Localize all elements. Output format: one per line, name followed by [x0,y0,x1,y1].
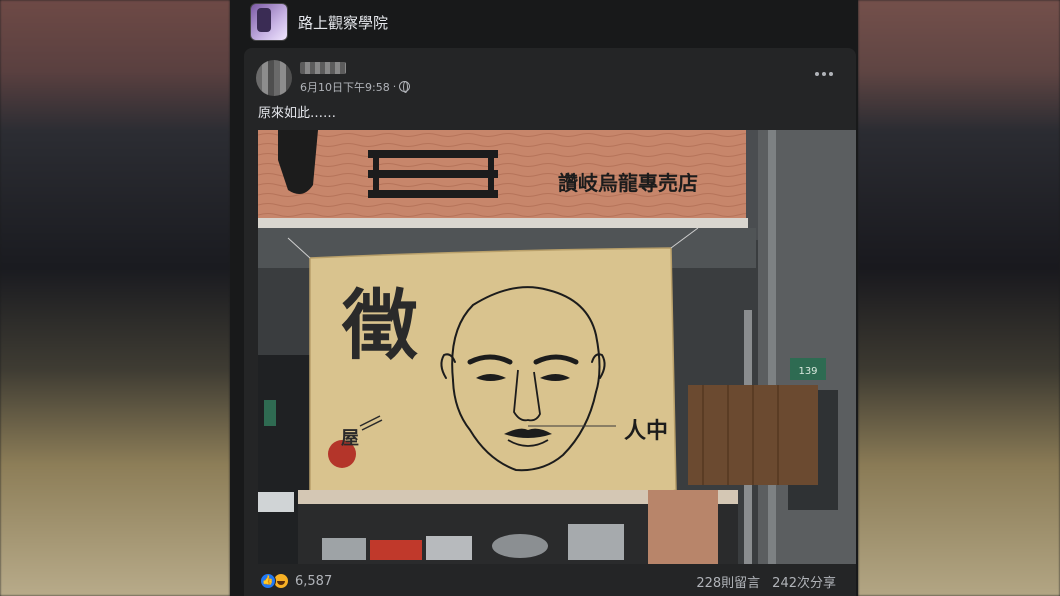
post-text: 原來如此…… [258,106,337,121]
banner-label: 人中 [624,419,668,444]
comment-count[interactable]: 228則留言 [696,572,760,591]
screenshot-stage: 路上觀察學院 6月10日下午9:58 · 原來如此…… 139 讚岐烏龍專売店 … [0,0,1060,596]
shop-sign-text: 讚岐烏龍專売店 [558,171,698,195]
separator-dot: · [392,80,397,93]
blurred-background-right [858,0,1060,596]
post-header: 6月10日下午9:58 · [256,58,411,98]
author-name-redacted[interactable] [300,61,346,74]
post-card: 6月10日下午9:58 · 原來如此…… 139 讚岐烏龍專売店 徵 人中 屋 … [244,48,856,596]
door-number: 139 [798,366,817,377]
engagement-counts: 228則留言 242次分享 [696,572,840,591]
post-photo[interactable]: 139 讚岐烏龍專売店 徵 人中 屋 [258,130,856,564]
group-avatar[interactable] [250,3,288,41]
group-header: 路上觀察學院 [230,0,858,44]
avatar[interactable] [256,60,292,96]
reaction-count[interactable]: 6,587 [295,574,332,589]
group-name[interactable]: 路上觀察學院 [298,12,388,33]
timestamp-row: 6月10日下午9:58 · [300,79,411,95]
share-count[interactable]: 242次分享 [772,572,836,591]
post-footer: 👍 6,587 228則留言 242次分享 [244,566,856,596]
blurred-background-left [0,0,230,596]
post-meta: 6月10日下午9:58 · [300,61,411,95]
post-timestamp[interactable]: 6月10日下午9:58 [300,79,390,95]
reactions-summary[interactable]: 👍 6,587 [260,573,332,589]
banner-big-char: 徵 [341,281,418,370]
banner-small-char: 屋 [341,428,359,449]
more-options-icon[interactable] [812,64,836,84]
feed-column: 路上觀察學院 6月10日下午9:58 · 原來如此…… 139 讚岐烏龍專売店 … [230,0,858,596]
like-reaction-icon: 👍 [260,573,276,589]
globe-icon [399,81,411,93]
